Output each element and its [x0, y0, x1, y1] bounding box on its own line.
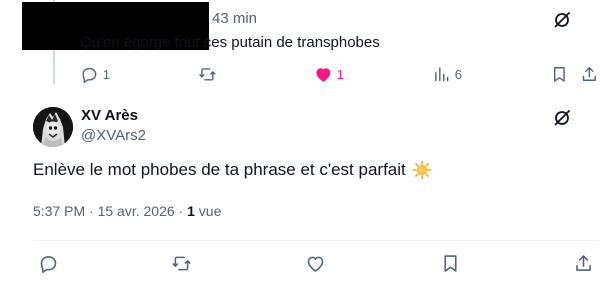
views-button[interactable]: 6	[432, 64, 462, 84]
heart-icon	[305, 253, 326, 274]
comment-icon	[80, 65, 99, 84]
reply-button[interactable]	[38, 253, 59, 273]
reply-count: 1	[102, 66, 110, 82]
comment-icon	[38, 253, 59, 274]
sun-icon	[412, 160, 432, 180]
post-views-label: vue	[198, 203, 222, 219]
share-button[interactable]	[573, 253, 594, 273]
repost-icon	[171, 253, 192, 274]
like-button[interactable]: 1	[314, 64, 344, 84]
reply-timestamp[interactable]: 43 min	[212, 10, 257, 27]
post-meta: 5:37 PM · 15 avr. 2026 · 1 vue	[33, 203, 221, 219]
views-icon	[432, 65, 451, 84]
share-button[interactable]	[580, 64, 599, 84]
post-date[interactable]: 15 avr. 2026	[98, 203, 175, 219]
heart-icon	[314, 65, 333, 84]
views-count: 6	[454, 66, 462, 82]
meta-separator: ·	[178, 203, 184, 219]
reply-button[interactable]: 1	[80, 64, 110, 84]
avatar[interactable]	[33, 107, 73, 147]
bookmark-icon	[440, 253, 461, 274]
post-text: Enlève le mot phobes de ta phrase et c'e…	[33, 160, 432, 180]
author-handle[interactable]: @XVArs2	[81, 127, 146, 144]
reply-text: Qu'on égorge tout ces putain de transpho…	[80, 34, 380, 51]
meta-separator: ·	[89, 203, 94, 219]
repost-button[interactable]	[171, 253, 192, 273]
grok-icon[interactable]	[552, 10, 572, 30]
share-icon	[580, 65, 599, 84]
like-count: 1	[336, 66, 344, 82]
share-icon	[573, 253, 594, 274]
post-views-count: 1	[187, 203, 195, 219]
author-name[interactable]: XV Arès	[81, 107, 138, 124]
repost-button[interactable]	[198, 64, 217, 84]
bookmark-icon	[550, 65, 569, 84]
reply-action-bar: 1 1 6	[0, 64, 614, 88]
like-button[interactable]	[305, 253, 326, 273]
grok-icon[interactable]	[552, 108, 572, 128]
divider	[33, 240, 598, 241]
repost-icon	[198, 65, 217, 84]
post-time[interactable]: 5:37 PM	[33, 203, 85, 219]
post-text-content: Enlève le mot phobes de ta phrase et c'e…	[33, 160, 406, 179]
bookmark-button[interactable]	[440, 253, 461, 273]
post-action-bar	[0, 253, 614, 277]
bookmark-button[interactable]	[550, 64, 569, 84]
